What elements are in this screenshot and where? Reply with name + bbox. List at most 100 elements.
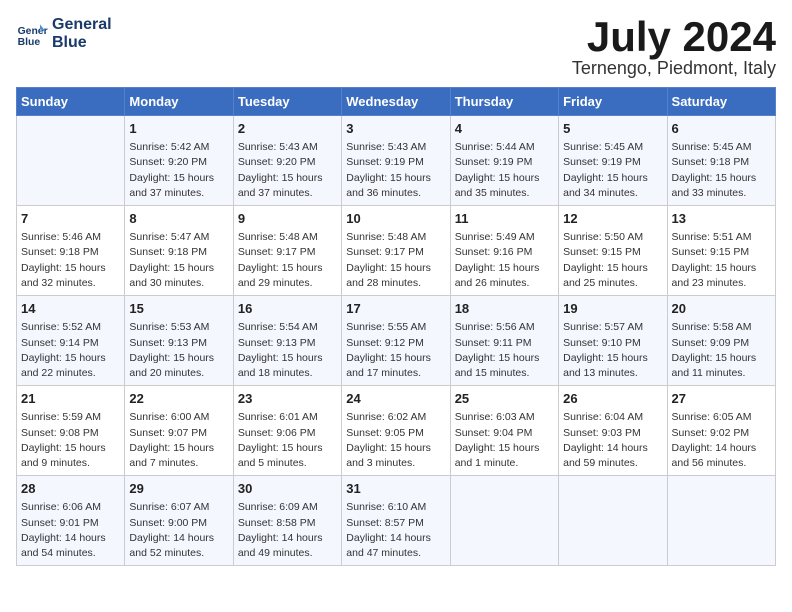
logo: General Blue General Blue xyxy=(16,16,112,51)
logo-line2: Blue xyxy=(52,34,112,52)
cell-info: Sunrise: 5:51 AM Sunset: 9:15 PM Dayligh… xyxy=(672,230,771,291)
cell-info: Sunrise: 5:47 AM Sunset: 9:18 PM Dayligh… xyxy=(129,230,228,291)
cell-info: Sunrise: 5:46 AM Sunset: 9:18 PM Dayligh… xyxy=(21,230,120,291)
page-header: General Blue General Blue July 2024 Tern… xyxy=(16,16,776,79)
cell-info: Sunrise: 6:00 AM Sunset: 9:07 PM Dayligh… xyxy=(129,410,228,471)
calendar-cell: 18 Sunrise: 5:56 AM Sunset: 9:11 PM Dayli… xyxy=(450,296,558,386)
day-number: 3 xyxy=(346,120,445,138)
calendar-cell: 22 Sunrise: 6:00 AM Sunset: 9:07 PM Dayli… xyxy=(125,386,233,476)
day-number: 25 xyxy=(455,390,554,408)
cell-info: Sunrise: 6:03 AM Sunset: 9:04 PM Dayligh… xyxy=(455,410,554,471)
day-number: 26 xyxy=(563,390,662,408)
calendar-cell: 12 Sunrise: 5:50 AM Sunset: 9:15 PM Dayli… xyxy=(559,206,667,296)
day-number: 14 xyxy=(21,300,120,318)
cell-info: Sunrise: 5:54 AM Sunset: 9:13 PM Dayligh… xyxy=(238,320,337,381)
weekday-header-thursday: Thursday xyxy=(450,88,558,116)
weekday-header-tuesday: Tuesday xyxy=(233,88,341,116)
calendar-cell: 19 Sunrise: 5:57 AM Sunset: 9:10 PM Dayli… xyxy=(559,296,667,386)
logo-text: General Blue xyxy=(52,16,112,51)
calendar-table: SundayMondayTuesdayWednesdayThursdayFrid… xyxy=(16,87,776,566)
day-number: 15 xyxy=(129,300,228,318)
calendar-cell: 27 Sunrise: 6:05 AM Sunset: 9:02 PM Dayli… xyxy=(667,386,775,476)
cell-info: Sunrise: 5:56 AM Sunset: 9:11 PM Dayligh… xyxy=(455,320,554,381)
calendar-cell xyxy=(17,116,125,206)
day-number: 4 xyxy=(455,120,554,138)
weekday-header-monday: Monday xyxy=(125,88,233,116)
calendar-cell: 6Sunrise: 5:45 AM Sunset: 9:18 PM Daylig… xyxy=(667,116,775,206)
calendar-cell: 14 Sunrise: 5:52 AM Sunset: 9:14 PM Dayli… xyxy=(17,296,125,386)
svg-text:General: General xyxy=(18,26,48,37)
calendar-cell: 26Sunrise: 6:04 AM Sunset: 9:03 PM Dayli… xyxy=(559,386,667,476)
week-row-5: 28 Sunrise: 6:06 AM Sunset: 9:01 PM Dayli… xyxy=(17,476,776,566)
day-number: 22 xyxy=(129,390,228,408)
day-number: 28 xyxy=(21,480,120,498)
week-row-3: 14 Sunrise: 5:52 AM Sunset: 9:14 PM Dayli… xyxy=(17,296,776,386)
week-row-1: 1 Sunrise: 5:42 AM Sunset: 9:20 PM Daylig… xyxy=(17,116,776,206)
day-number: 27 xyxy=(672,390,771,408)
logo-line1: General xyxy=(52,16,112,34)
calendar-cell: 29Sunrise: 6:07 AM Sunset: 9:00 PM Dayli… xyxy=(125,476,233,566)
day-number: 10 xyxy=(346,210,445,228)
day-number: 11 xyxy=(455,210,554,228)
cell-info: Sunrise: 5:42 AM Sunset: 9:20 PM Dayligh… xyxy=(129,140,228,201)
day-number: 18 xyxy=(455,300,554,318)
cell-info: Sunrise: 5:43 AM Sunset: 9:19 PM Dayligh… xyxy=(346,140,445,201)
day-number: 8 xyxy=(129,210,228,228)
day-number: 23 xyxy=(238,390,337,408)
calendar-cell: 28 Sunrise: 6:06 AM Sunset: 9:01 PM Dayli… xyxy=(17,476,125,566)
calendar-cell: 11 Sunrise: 5:49 AM Sunset: 9:16 PM Dayli… xyxy=(450,206,558,296)
calendar-cell xyxy=(559,476,667,566)
cell-info: Sunrise: 5:50 AM Sunset: 9:15 PM Dayligh… xyxy=(563,230,662,291)
month-title: July 2024 xyxy=(572,16,776,58)
location: Ternengo, Piedmont, Italy xyxy=(572,58,776,79)
day-number: 17 xyxy=(346,300,445,318)
day-number: 20 xyxy=(672,300,771,318)
day-number: 31 xyxy=(346,480,445,498)
weekday-header-wednesday: Wednesday xyxy=(342,88,450,116)
calendar-cell: 20 Sunrise: 5:58 AM Sunset: 9:09 PM Dayli… xyxy=(667,296,775,386)
cell-info: Sunrise: 6:06 AM Sunset: 9:01 PM Dayligh… xyxy=(21,500,120,561)
cell-info: Sunrise: 5:48 AM Sunset: 9:17 PM Dayligh… xyxy=(238,230,337,291)
day-number: 16 xyxy=(238,300,337,318)
cell-info: Sunrise: 5:57 AM Sunset: 9:10 PM Dayligh… xyxy=(563,320,662,381)
cell-info: Sunrise: 5:59 AM Sunset: 9:08 PM Dayligh… xyxy=(21,410,120,471)
calendar-cell: 13Sunrise: 5:51 AM Sunset: 9:15 PM Dayli… xyxy=(667,206,775,296)
day-number: 24 xyxy=(346,390,445,408)
calendar-cell: 31Sunrise: 6:10 AM Sunset: 8:57 PM Dayli… xyxy=(342,476,450,566)
cell-info: Sunrise: 5:52 AM Sunset: 9:14 PM Dayligh… xyxy=(21,320,120,381)
calendar-cell: 23 Sunrise: 6:01 AM Sunset: 9:06 PM Dayli… xyxy=(233,386,341,476)
svg-text:Blue: Blue xyxy=(18,37,41,48)
cell-info: Sunrise: 6:05 AM Sunset: 9:02 PM Dayligh… xyxy=(672,410,771,471)
calendar-cell: 2Sunrise: 5:43 AM Sunset: 9:20 PM Daylig… xyxy=(233,116,341,206)
calendar-cell: 9Sunrise: 5:48 AM Sunset: 9:17 PM Daylig… xyxy=(233,206,341,296)
day-number: 2 xyxy=(238,120,337,138)
week-row-2: 7 Sunrise: 5:46 AM Sunset: 9:18 PM Daylig… xyxy=(17,206,776,296)
cell-info: Sunrise: 6:09 AM Sunset: 8:58 PM Dayligh… xyxy=(238,500,337,561)
calendar-cell: 21Sunrise: 5:59 AM Sunset: 9:08 PM Dayli… xyxy=(17,386,125,476)
calendar-cell: 7 Sunrise: 5:46 AM Sunset: 9:18 PM Daylig… xyxy=(17,206,125,296)
day-number: 6 xyxy=(672,120,771,138)
logo-icon: General Blue xyxy=(16,18,48,50)
cell-info: Sunrise: 6:01 AM Sunset: 9:06 PM Dayligh… xyxy=(238,410,337,471)
day-number: 5 xyxy=(563,120,662,138)
calendar-cell xyxy=(667,476,775,566)
calendar-cell: 3 Sunrise: 5:43 AM Sunset: 9:19 PM Daylig… xyxy=(342,116,450,206)
day-number: 7 xyxy=(21,210,120,228)
weekday-header-sunday: Sunday xyxy=(17,88,125,116)
cell-info: Sunrise: 5:48 AM Sunset: 9:17 PM Dayligh… xyxy=(346,230,445,291)
calendar-cell: 5 Sunrise: 5:45 AM Sunset: 9:19 PM Daylig… xyxy=(559,116,667,206)
cell-info: Sunrise: 5:44 AM Sunset: 9:19 PM Dayligh… xyxy=(455,140,554,201)
cell-info: Sunrise: 5:45 AM Sunset: 9:19 PM Dayligh… xyxy=(563,140,662,201)
day-number: 29 xyxy=(129,480,228,498)
calendar-cell: 16 Sunrise: 5:54 AM Sunset: 9:13 PM Dayli… xyxy=(233,296,341,386)
day-number: 1 xyxy=(129,120,228,138)
day-number: 12 xyxy=(563,210,662,228)
day-number: 19 xyxy=(563,300,662,318)
calendar-cell xyxy=(450,476,558,566)
day-number: 30 xyxy=(238,480,337,498)
calendar-cell: 8 Sunrise: 5:47 AM Sunset: 9:18 PM Daylig… xyxy=(125,206,233,296)
cell-info: Sunrise: 5:58 AM Sunset: 9:09 PM Dayligh… xyxy=(672,320,771,381)
week-row-4: 21Sunrise: 5:59 AM Sunset: 9:08 PM Dayli… xyxy=(17,386,776,476)
cell-info: Sunrise: 5:49 AM Sunset: 9:16 PM Dayligh… xyxy=(455,230,554,291)
calendar-cell: 17Sunrise: 5:55 AM Sunset: 9:12 PM Dayli… xyxy=(342,296,450,386)
